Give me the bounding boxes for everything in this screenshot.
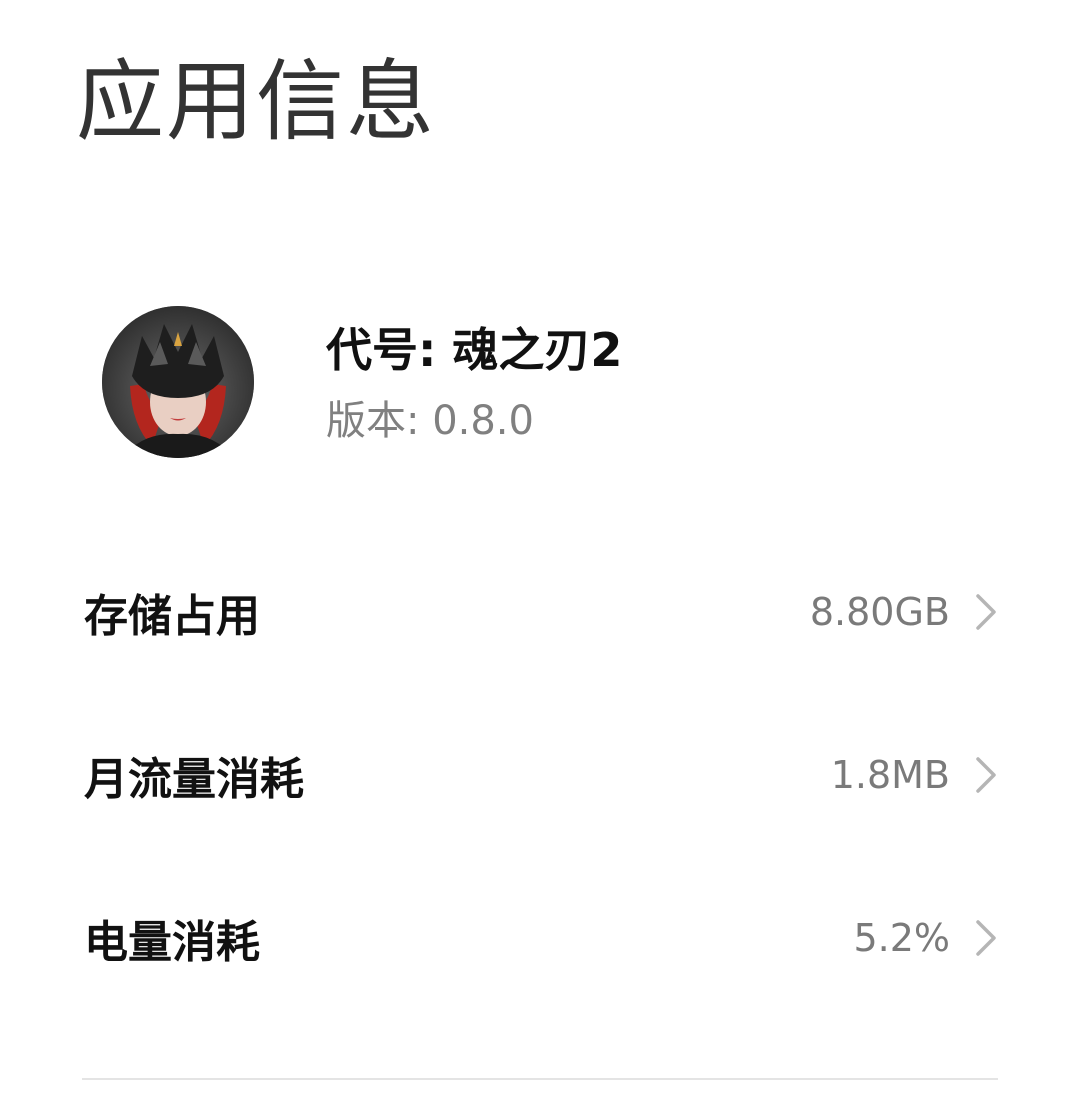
- battery-usage-row[interactable]: 电量消耗 5.2%: [0, 856, 1080, 1020]
- app-version: 版本: 0.8.0: [326, 398, 534, 444]
- divider: [82, 1078, 998, 1080]
- page-title: 应用信息: [76, 50, 437, 153]
- chevron-right-icon: [976, 920, 996, 956]
- row-label: 月流量消耗: [84, 754, 304, 805]
- chevron-right-icon: [976, 594, 996, 630]
- app-icon: [102, 306, 254, 458]
- row-label: 存储占用: [84, 591, 260, 642]
- monthly-data-usage-row[interactable]: 月流量消耗 1.8MB: [0, 693, 1080, 857]
- storage-usage-row[interactable]: 存储占用 8.80GB: [0, 530, 1080, 694]
- row-value: 1.8MB: [830, 753, 950, 797]
- app-name: 代号: 魂之刃2: [326, 323, 623, 377]
- row-value: 5.2%: [853, 916, 950, 960]
- row-value: 8.80GB: [809, 590, 950, 634]
- chevron-right-icon: [976, 757, 996, 793]
- row-label: 电量消耗: [84, 917, 260, 968]
- app-header: 代号: 魂之刃2 版本: 0.8.0: [0, 300, 1080, 465]
